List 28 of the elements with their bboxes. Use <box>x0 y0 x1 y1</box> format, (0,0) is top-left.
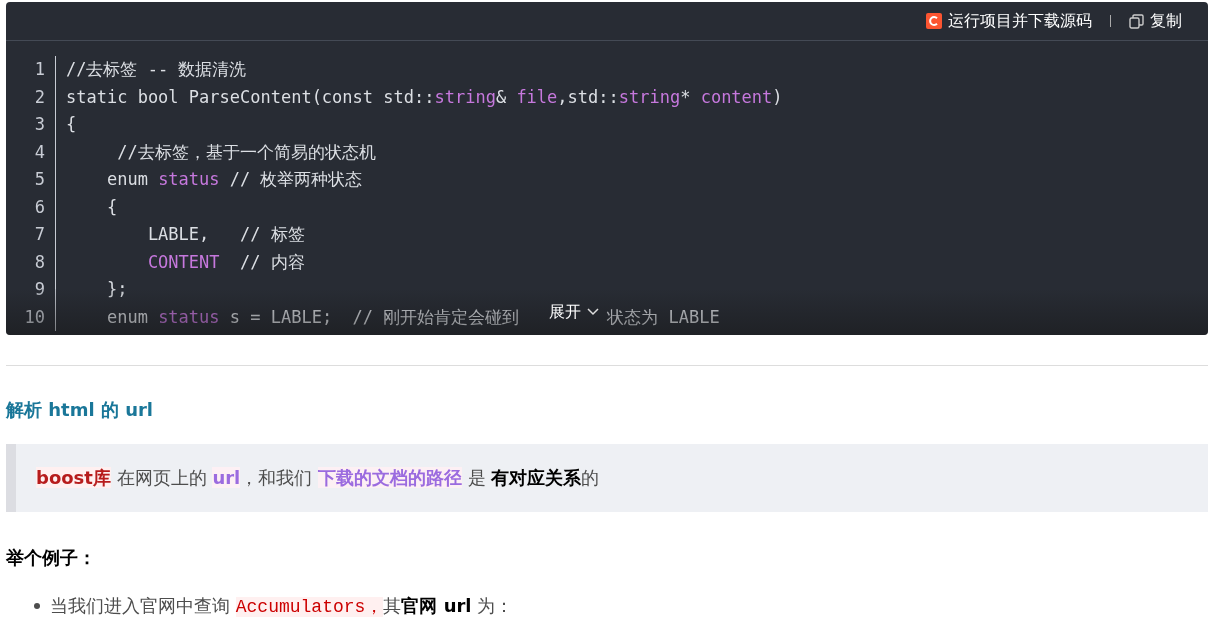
code-line: { <box>66 113 77 136</box>
line-number: 3 <box>6 111 56 139</box>
copy-button[interactable]: 复制 <box>1129 10 1182 32</box>
expand-button[interactable]: 展开 <box>549 301 600 323</box>
code-line: static bool ParseContent(const std::string& file,std::string* content) <box>66 85 783 109</box>
code-line: //去标签 -- 数据清洗 <box>66 58 247 81</box>
run-project-button[interactable]: 运行项目并下载源码 <box>926 10 1092 32</box>
code-line: CONTENT // 内容 <box>146 250 305 274</box>
code-line: enum status s = LABLE; // 刚开始肯定会碰到 <box>105 305 520 329</box>
code-text: 状态为 LABLE <box>607 305 720 329</box>
line-number: 2 <box>6 83 56 111</box>
code-line: }; <box>105 278 128 301</box>
line-number: 6 <box>6 193 56 221</box>
line-number: 8 <box>6 248 56 276</box>
code-line: //去标签，基于一个简易的状态机 <box>116 140 376 164</box>
line-number: 9 <box>6 276 56 304</box>
section-heading: 解析 html 的 url <box>6 398 154 422</box>
example-heading: 举个例子： <box>6 546 97 570</box>
line-number: 10 <box>6 303 56 331</box>
line-number: 5 <box>6 166 56 194</box>
quote-text: boost库 在网页上的 url，和我们 下载的文档的路径 是 有对应关系的 <box>36 466 601 490</box>
line-number: 4 <box>6 138 56 166</box>
code-line: { <box>105 195 118 219</box>
list-item-text: 当我们进入官网中查询 Accumulators，其官网 url 为： <box>50 594 514 618</box>
line-number: 7 <box>6 221 56 249</box>
line-number: 1 <box>6 56 56 84</box>
code-line: enum status // 枚举两种状态 <box>105 168 363 191</box>
code-line: LABLE, // 标签 <box>146 223 305 246</box>
